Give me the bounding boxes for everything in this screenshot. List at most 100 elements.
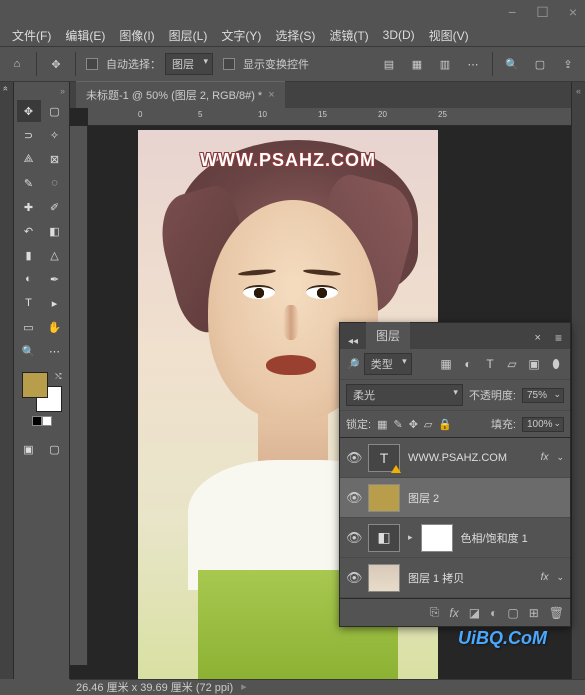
layer-thumb-color[interactable]: [368, 484, 400, 512]
type-tool[interactable]: T: [17, 292, 41, 314]
lock-artboard-icon[interactable]: ▱: [424, 418, 432, 431]
panel-close-icon[interactable]: ×: [531, 330, 545, 346]
layer-name[interactable]: WWW.PSAHZ.COM: [408, 452, 533, 464]
lock-transparency-icon[interactable]: ▦: [377, 418, 387, 431]
menu-file[interactable]: 文件(F): [8, 25, 55, 46]
move-tool-icon[interactable]: ✥: [47, 55, 65, 73]
filter-type-icon[interactable]: T: [482, 356, 498, 372]
default-colors-icon[interactable]: [32, 416, 52, 426]
fx-badge[interactable]: fx: [541, 572, 549, 583]
left-collapse-strip[interactable]: «: [0, 82, 14, 679]
layer-name[interactable]: 色相/饱和度 1: [461, 530, 564, 546]
lock-all-icon[interactable]: 🔒: [438, 418, 452, 431]
document-tab[interactable]: 未标题-1 @ 50% (图层 2, RGB/8#) * ×: [76, 81, 285, 108]
filter-type-dropdown[interactable]: 类型: [364, 353, 412, 375]
selection-tool[interactable]: ◌: [43, 172, 67, 194]
maximize-button[interactable]: ☐: [536, 4, 549, 21]
lock-position-icon[interactable]: ✥: [409, 418, 418, 431]
panel-collapse-icon[interactable]: ◂◂: [344, 334, 362, 349]
blur-tool[interactable]: △: [43, 244, 67, 266]
shape-tool[interactable]: ▭: [17, 316, 41, 338]
filter-shape-icon[interactable]: ▱: [504, 356, 520, 372]
menu-select[interactable]: 选择(S): [271, 25, 319, 46]
layer-name[interactable]: 图层 2: [408, 490, 564, 506]
frame-tool[interactable]: ⊠: [43, 148, 67, 170]
auto-select-dropdown[interactable]: 图层: [165, 53, 213, 75]
lock-pixels-icon[interactable]: ✎: [393, 418, 402, 431]
search-icon[interactable]: 🔍: [503, 55, 521, 73]
blend-mode-dropdown[interactable]: 柔光: [346, 384, 463, 406]
panel-menu-icon[interactable]: ≡: [551, 327, 566, 349]
quickmask-tool[interactable]: ▣: [17, 438, 41, 460]
marquee-tool[interactable]: ▢: [43, 100, 67, 122]
layer-thumb-adjust[interactable]: ◧: [368, 524, 400, 552]
history-brush-tool[interactable]: ↶: [17, 220, 41, 242]
eyedropper-tool[interactable]: ✎: [17, 172, 41, 194]
share-icon[interactable]: ⇪: [559, 55, 577, 73]
opacity-input[interactable]: 75%: [522, 388, 564, 403]
layer-row[interactable]: 👁 T WWW.PSAHZ.COM fx ⌄: [340, 438, 570, 478]
path-select-tool[interactable]: ▸: [43, 292, 67, 314]
brush-tool[interactable]: ✐: [43, 196, 67, 218]
close-button[interactable]: ×: [569, 4, 577, 20]
minimize-button[interactable]: −: [508, 4, 516, 20]
menu-layer[interactable]: 图层(L): [165, 25, 212, 46]
more-icon[interactable]: ⋯: [464, 55, 482, 73]
menu-edit[interactable]: 编辑(E): [61, 25, 109, 46]
foreground-color-swatch[interactable]: [22, 372, 48, 398]
layer-thumb-image[interactable]: [368, 564, 400, 592]
layers-tab[interactable]: 图层: [366, 322, 410, 349]
right-dock-strip[interactable]: «: [571, 82, 585, 693]
dodge-tool[interactable]: ◐: [17, 268, 41, 290]
layer-row[interactable]: 👁 图层 1 拷贝 fx ⌄: [340, 558, 570, 598]
group-icon[interactable]: ▢: [507, 606, 518, 620]
link-layers-icon[interactable]: ⎘: [430, 605, 440, 620]
align-icon-3[interactable]: ▥: [436, 55, 454, 73]
move-tool[interactable]: ✥: [17, 100, 41, 122]
menu-3d[interactable]: 3D(D): [379, 26, 419, 44]
healing-tool[interactable]: ✚: [17, 196, 41, 218]
menu-image[interactable]: 图像(I): [115, 25, 158, 46]
zoom-tool[interactable]: 🔍: [17, 340, 41, 362]
menu-type[interactable]: 文字(Y): [217, 25, 265, 46]
visibility-toggle[interactable]: 👁: [346, 450, 360, 466]
workspace-icon[interactable]: ▢: [531, 55, 549, 73]
filter-pixel-icon[interactable]: ▦: [438, 356, 454, 372]
new-layer-icon[interactable]: ⊞: [529, 606, 539, 620]
layer-mask-thumb[interactable]: [421, 524, 453, 552]
filter-toggle-icon[interactable]: ⬮: [548, 356, 564, 372]
tab-close-icon[interactable]: ×: [268, 89, 274, 101]
layer-fx-icon[interactable]: fx: [449, 606, 458, 620]
transform-checkbox[interactable]: [223, 58, 235, 70]
eraser-tool[interactable]: ◧: [43, 220, 67, 242]
delete-layer-icon[interactable]: 🗑: [549, 606, 564, 620]
wand-tool[interactable]: ✧: [43, 124, 67, 146]
screenmode-tool[interactable]: ▢: [43, 438, 67, 460]
filter-adjust-icon[interactable]: ◐: [460, 356, 476, 372]
swap-colors-icon[interactable]: ⤭: [55, 372, 61, 382]
status-chevron-icon[interactable]: ▸: [241, 680, 247, 693]
edit-toolbar[interactable]: ⋯: [43, 340, 67, 362]
hand-tool[interactable]: ✋: [43, 316, 67, 338]
layer-row[interactable]: 👁 ◧ ▸ 色相/饱和度 1: [340, 518, 570, 558]
lasso-tool[interactable]: ⊃: [17, 124, 41, 146]
layer-thumb-text[interactable]: T: [368, 444, 400, 472]
visibility-toggle[interactable]: 👁: [346, 570, 360, 586]
fill-input[interactable]: 100%: [522, 417, 564, 432]
layer-mask-icon[interactable]: ◪: [469, 606, 480, 620]
auto-select-checkbox[interactable]: [86, 58, 98, 70]
menu-view[interactable]: 视图(V): [425, 25, 473, 46]
align-icon-1[interactable]: ▤: [380, 55, 398, 73]
link-icon[interactable]: ▸: [408, 532, 413, 543]
pen-tool[interactable]: ✒: [43, 268, 67, 290]
crop-tool[interactable]: ⟁: [17, 148, 41, 170]
filter-search-icon[interactable]: 🔎: [346, 358, 360, 371]
chevron-down-icon[interactable]: ⌄: [556, 452, 564, 463]
gradient-tool[interactable]: ▮: [17, 244, 41, 266]
fx-badge[interactable]: fx: [541, 452, 549, 463]
adjustment-layer-icon[interactable]: ◐: [490, 606, 497, 620]
home-icon[interactable]: ⌂: [8, 55, 26, 73]
toolbox-collapse-icon[interactable]: »: [16, 86, 67, 98]
align-icon-2[interactable]: ▦: [408, 55, 426, 73]
visibility-toggle[interactable]: 👁: [346, 490, 360, 506]
